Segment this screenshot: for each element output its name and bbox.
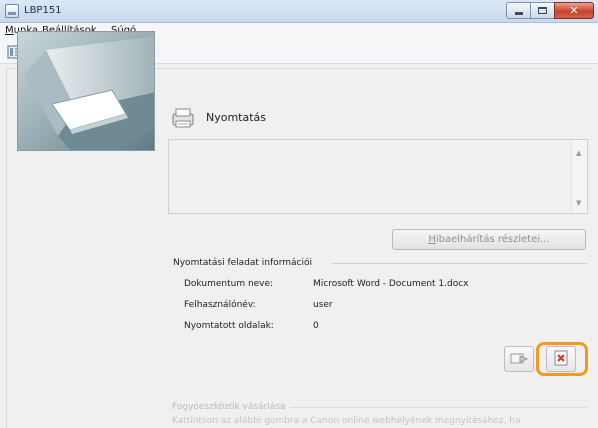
maximize-icon xyxy=(538,7,547,14)
window-title: LBP151 xyxy=(24,5,62,16)
consumables-divider xyxy=(290,407,587,408)
close-button[interactable]: ✕ xyxy=(554,2,594,19)
menu-job-mnemonic: M xyxy=(5,25,14,36)
minimize-button[interactable] xyxy=(506,2,531,19)
printer-status-window: LBP151 ✕ Munka Beállítások Súgó xyxy=(0,0,598,428)
consumables-heading: Fogyóeszközök vásárlása xyxy=(172,402,286,412)
message-scrollbar[interactable]: ▲ ▼ xyxy=(571,140,587,213)
printed-pages-label: Nyomtatott oldalak: xyxy=(184,321,274,331)
job-info-heading: Nyomtatási feladat információi xyxy=(173,258,312,268)
status-message-box[interactable]: ▲ ▼ xyxy=(168,139,588,214)
troubleshooting-details-button[interactable]: Hibaelhárítás részletei... xyxy=(392,229,586,250)
user-name-label: Felhasználónév: xyxy=(184,300,256,310)
window-controls: ✕ xyxy=(506,2,594,20)
troubleshooting-mnemonic: H xyxy=(428,234,436,245)
document-name-label: Dokumentum neve: xyxy=(184,279,274,289)
cancel-job-icon xyxy=(553,350,569,369)
scroll-up-icon[interactable]: ▲ xyxy=(576,149,581,157)
cancel-job-button[interactable] xyxy=(546,346,576,372)
maximize-button[interactable] xyxy=(530,2,555,19)
scroll-down-icon[interactable]: ▼ xyxy=(576,199,581,207)
printed-pages-value: 0 xyxy=(313,321,319,331)
minimize-icon xyxy=(514,12,523,15)
close-icon: ✕ xyxy=(569,4,579,17)
job-info-divider xyxy=(332,263,587,264)
troubleshooting-label: ibaelhárítás részletei... xyxy=(435,234,550,245)
printer-app-icon xyxy=(5,4,19,18)
user-name-value: user xyxy=(313,300,333,310)
consumables-text: Kattintson az alábbi gombra a Canon onli… xyxy=(172,416,521,426)
printer-status-illustration xyxy=(17,31,155,151)
document-name-value: Microsoft Word - Document 1.docx xyxy=(313,279,469,289)
resume-job-icon xyxy=(510,351,529,368)
printer-status-icon xyxy=(171,107,195,129)
title-bar[interactable]: LBP151 ✕ xyxy=(0,0,598,23)
resume-job-button[interactable] xyxy=(504,346,534,372)
status-title: Nyomtatás xyxy=(206,111,267,124)
